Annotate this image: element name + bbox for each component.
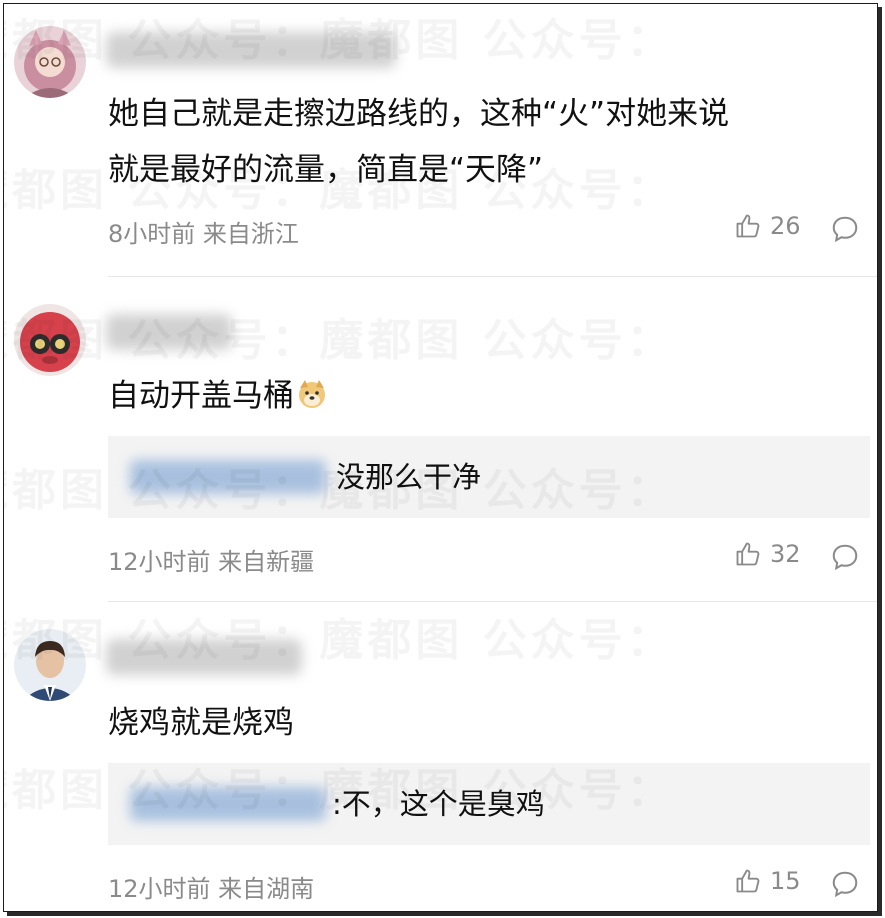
like-button[interactable]: 32 xyxy=(734,540,801,568)
username-blurred[interactable] xyxy=(106,639,302,675)
comment-meta: 8小时前 来自浙江 xyxy=(108,220,299,248)
reply-text: :不，这个是臭鸡 xyxy=(332,787,545,821)
reply-button[interactable] xyxy=(830,542,860,572)
like-button[interactable]: 15 xyxy=(734,867,801,895)
like-count: 15 xyxy=(770,867,801,895)
like-button[interactable]: 26 xyxy=(734,212,801,240)
reply-box[interactable]: :不，这个是臭鸡 xyxy=(108,763,870,845)
like-count: 32 xyxy=(770,540,801,568)
comment-text-line-1: 她自己就是走擦边路线的，这种“火”对她来说 xyxy=(108,96,730,132)
username-blurred[interactable] xyxy=(106,314,232,350)
comment-item: 她自己就是走擦边路线的，这种“火”对她来说 就是最好的流量，简直是“天降” 8小… xyxy=(4,4,877,274)
doge-emoji xyxy=(296,370,328,430)
comment-bubble-icon xyxy=(832,544,858,571)
comment-meta: 12小时前 来自新疆 xyxy=(108,548,315,576)
user-avatar[interactable] xyxy=(14,26,86,98)
comment-text-content: 自动开盖马桶 xyxy=(108,378,294,414)
comment-bubble-icon xyxy=(832,216,858,243)
reply-box[interactable]: 没那么干净 xyxy=(108,436,870,518)
reply-button[interactable] xyxy=(830,869,860,899)
username-blurred[interactable] xyxy=(106,32,396,68)
thumbs-up-icon xyxy=(736,869,760,893)
comment-text: 烧鸡就是烧鸡 xyxy=(108,705,294,741)
comment-item: 烧鸡就是烧鸡 :不，这个是臭鸡 12小时前 来自湖南 15 xyxy=(4,601,877,911)
comment-meta: 12小时前 来自湖南 xyxy=(108,875,315,903)
user-avatar[interactable] xyxy=(14,629,86,701)
reply-button[interactable] xyxy=(830,214,860,244)
comment-list: 她自己就是走擦边路线的，这种“火”对她来说 就是最好的流量，简直是“天降” 8小… xyxy=(3,3,878,912)
reply-text: 没那么干净 xyxy=(336,460,482,494)
reply-username-blurred[interactable] xyxy=(130,787,326,821)
comment-text-line-2: 就是最好的流量，简直是“天降” xyxy=(108,152,544,188)
comment-item: 自动开盖马桶 没那么干净 12小时前 来自新疆 32 xyxy=(4,276,877,600)
comment-text: 自动开盖马桶 xyxy=(108,366,328,430)
thumbs-up-icon xyxy=(736,542,760,566)
comment-bubble-icon xyxy=(832,871,858,898)
thumbs-up-icon xyxy=(736,214,760,238)
reply-username-blurred[interactable] xyxy=(130,460,326,494)
like-count: 26 xyxy=(770,212,801,240)
user-avatar[interactable] xyxy=(14,304,86,376)
